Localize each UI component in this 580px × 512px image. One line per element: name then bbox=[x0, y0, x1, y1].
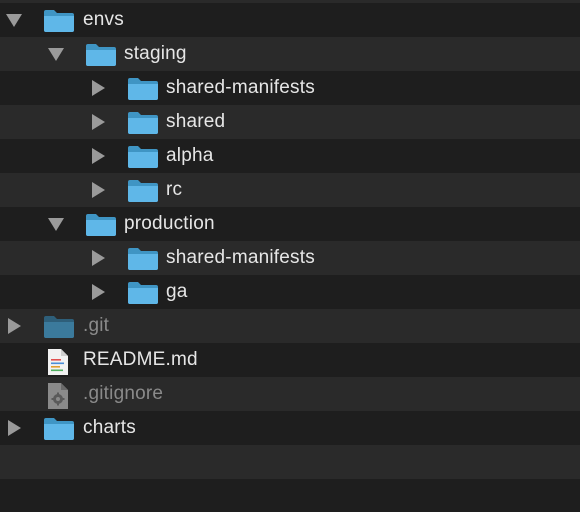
tree-item-label: staging bbox=[124, 43, 187, 64]
disclosure-collapsed-icon[interactable] bbox=[92, 182, 105, 198]
tree-item-label: ga bbox=[166, 281, 188, 302]
disclosure-collapsed-icon[interactable] bbox=[92, 80, 105, 96]
tree-item-git[interactable]: .git bbox=[0, 309, 580, 343]
tree-item-alpha[interactable]: alpha bbox=[0, 139, 580, 173]
tree-item-label: charts bbox=[83, 417, 136, 438]
tree-item-shared[interactable]: shared bbox=[0, 105, 580, 139]
disclosure-expanded-icon[interactable] bbox=[48, 218, 64, 231]
tree-item-label: .gitignore bbox=[83, 383, 164, 404]
tree-item-shared-manifests[interactable]: shared-manifests bbox=[0, 241, 580, 275]
disclosure-collapsed-icon[interactable] bbox=[8, 420, 21, 436]
tree-item-label: .git bbox=[83, 315, 110, 336]
tree-item-production[interactable]: production bbox=[0, 207, 580, 241]
tree-item-readme[interactable]: README.md bbox=[0, 343, 580, 377]
tree-item-label: envs bbox=[83, 9, 124, 30]
folder-icon bbox=[127, 179, 159, 203]
empty-row bbox=[0, 0, 580, 3]
disclosure-collapsed-icon[interactable] bbox=[92, 114, 105, 130]
tree-item-rc[interactable]: rc bbox=[0, 173, 580, 207]
disclosure-collapsed-icon[interactable] bbox=[8, 318, 21, 334]
tree-item-label: shared-manifests bbox=[166, 247, 315, 268]
folder-icon bbox=[127, 145, 159, 169]
settings-file-icon bbox=[46, 382, 70, 410]
tree-item-label: rc bbox=[166, 179, 183, 200]
tree-item-gitignore[interactable]: .gitignore bbox=[0, 377, 580, 411]
tree-item-label: shared-manifests bbox=[166, 77, 315, 98]
folder-icon bbox=[127, 247, 159, 271]
folder-icon bbox=[127, 77, 159, 101]
disclosure-collapsed-icon[interactable] bbox=[92, 284, 105, 300]
tree-item-envs[interactable]: envs bbox=[0, 3, 580, 37]
empty-row bbox=[0, 479, 580, 512]
disclosure-expanded-icon[interactable] bbox=[48, 48, 64, 61]
folder-icon bbox=[85, 43, 117, 67]
folder-icon bbox=[127, 111, 159, 135]
tree-item-label: production bbox=[124, 213, 215, 234]
folder-icon bbox=[43, 9, 75, 33]
tree-item-label: alpha bbox=[166, 145, 214, 166]
tree-item-ga[interactable]: ga bbox=[0, 275, 580, 309]
folder-icon bbox=[43, 417, 75, 441]
markdown-file-icon bbox=[46, 348, 70, 376]
tree-item-label: shared bbox=[166, 111, 226, 132]
tree-item-label: README.md bbox=[83, 349, 198, 370]
tree-item-shared-manifests[interactable]: shared-manifests bbox=[0, 71, 580, 105]
empty-row bbox=[0, 445, 580, 479]
disclosure-collapsed-icon[interactable] bbox=[92, 250, 105, 266]
tree-item-staging[interactable]: staging bbox=[0, 37, 580, 71]
folder-icon bbox=[43, 315, 75, 339]
folder-icon bbox=[85, 213, 117, 237]
file-tree: envs staging shared-manifests shared alp… bbox=[0, 0, 580, 512]
disclosure-expanded-icon[interactable] bbox=[6, 14, 22, 27]
disclosure-collapsed-icon[interactable] bbox=[92, 148, 105, 164]
folder-icon bbox=[127, 281, 159, 305]
tree-item-charts[interactable]: charts bbox=[0, 411, 580, 445]
